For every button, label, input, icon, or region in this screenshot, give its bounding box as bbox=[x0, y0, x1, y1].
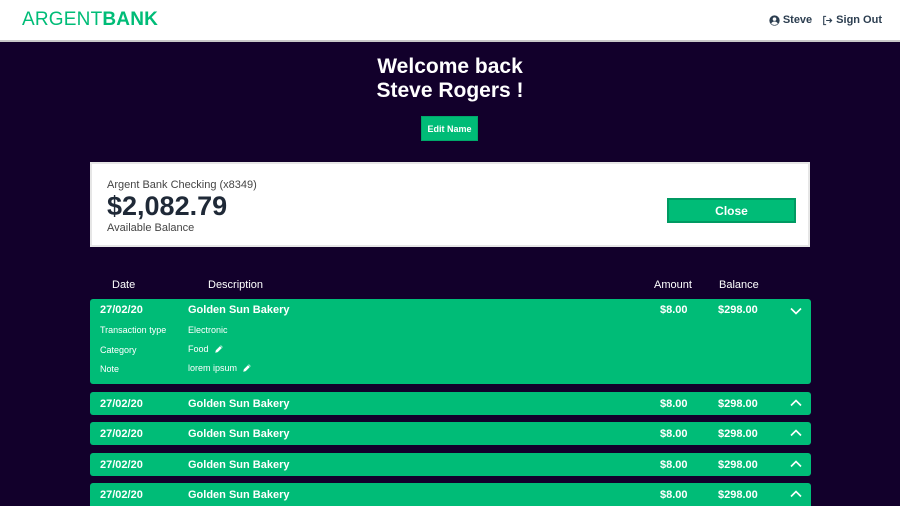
transaction-balance: $298.00 bbox=[718, 304, 758, 316]
transaction-amount: $8.00 bbox=[660, 428, 688, 440]
header-date: Date bbox=[112, 279, 136, 291]
transaction-balance: $298.00 bbox=[718, 398, 758, 410]
transaction-date: 27/02/20 bbox=[100, 398, 143, 410]
account-amount-description: Available Balance bbox=[107, 222, 195, 234]
pencil-icon[interactable] bbox=[214, 344, 224, 354]
header-balance: Balance bbox=[719, 279, 759, 291]
top-navbar: ARGENT BANK Steve Sign Out bbox=[0, 0, 900, 42]
transaction-description: Golden Sun Bakery bbox=[188, 459, 290, 471]
transaction-amount: $8.00 bbox=[660, 459, 688, 471]
transaction-balance: $298.00 bbox=[718, 459, 758, 471]
transactions-header: Date Description Amount Balance bbox=[0, 279, 900, 291]
chevron-up-icon[interactable] bbox=[790, 429, 802, 437]
detail-category-value: Food bbox=[188, 344, 224, 354]
user-nav: Steve Sign Out bbox=[769, 14, 882, 26]
transaction-description: Golden Sun Bakery bbox=[188, 398, 290, 410]
argent-bank-logo[interactable]: ARGENT BANK bbox=[22, 9, 158, 31]
account-amount: $2,082.79 bbox=[107, 191, 228, 221]
transaction-row[interactable]: 27/02/20 Golden Sun Bakery $8.00 $298.00 bbox=[90, 483, 811, 506]
detail-category-label: Category bbox=[100, 345, 137, 355]
transaction-amount: $8.00 bbox=[660, 398, 688, 410]
logo-part-bank: BANK bbox=[102, 9, 159, 30]
detail-type-text: Electronic bbox=[188, 325, 228, 335]
sign-out-label: Sign Out bbox=[836, 14, 882, 26]
transaction-date: 27/02/20 bbox=[100, 304, 143, 316]
transaction-description: Golden Sun Bakery bbox=[188, 304, 290, 316]
transaction-row[interactable]: 27/02/20 Golden Sun Bakery $8.00 $298.00… bbox=[90, 299, 811, 384]
transaction-row[interactable]: 27/02/20 Golden Sun Bakery $8.00 $298.00 bbox=[90, 422, 811, 445]
chevron-up-icon[interactable] bbox=[790, 490, 802, 498]
detail-note-value: lorem ipsum bbox=[188, 363, 252, 373]
detail-note-text: lorem ipsum bbox=[188, 363, 238, 373]
welcome-user-name: Steve Rogers ! bbox=[376, 79, 524, 102]
transaction-description: Golden Sun Bakery bbox=[188, 428, 290, 440]
detail-type-value: Electronic bbox=[188, 325, 228, 335]
pencil-icon[interactable] bbox=[242, 363, 252, 373]
user-circle-icon bbox=[769, 14, 780, 26]
header-description: Description bbox=[208, 279, 264, 291]
welcome-heading: Welcome back Steve Rogers ! bbox=[0, 55, 900, 103]
transaction-date: 27/02/20 bbox=[100, 489, 143, 501]
transaction-row[interactable]: 27/02/20 Golden Sun Bakery $8.00 $298.00 bbox=[90, 392, 811, 415]
detail-type-label: Transaction type bbox=[100, 325, 167, 335]
transaction-date: 27/02/20 bbox=[100, 459, 143, 471]
edit-name-button[interactable]: Edit Name bbox=[421, 116, 478, 141]
header-amount: Amount bbox=[654, 279, 692, 291]
chevron-up-icon[interactable] bbox=[790, 460, 802, 468]
transaction-date: 27/02/20 bbox=[100, 428, 143, 440]
close-account-button[interactable]: Close bbox=[667, 198, 796, 223]
profile-link[interactable]: Steve bbox=[769, 14, 812, 26]
detail-note-label: Note bbox=[100, 364, 120, 374]
sign-out-link[interactable]: Sign Out bbox=[822, 14, 882, 26]
chevron-down-icon[interactable] bbox=[790, 307, 802, 315]
sign-out-icon bbox=[823, 15, 833, 25]
account-card: Argent Bank Checking (x8349) $2,082.79 A… bbox=[90, 162, 810, 247]
transaction-balance: $298.00 bbox=[718, 489, 758, 501]
transaction-amount: $8.00 bbox=[660, 304, 688, 316]
account-title: Argent Bank Checking (x8349) bbox=[107, 179, 257, 191]
welcome-line-1: Welcome back bbox=[377, 55, 523, 78]
transaction-balance: $298.00 bbox=[718, 428, 758, 440]
transaction-amount: $8.00 bbox=[660, 489, 688, 501]
logo-part-argent: ARGENT bbox=[22, 9, 103, 30]
chevron-up-icon[interactable] bbox=[790, 399, 802, 407]
profile-name: Steve bbox=[782, 14, 813, 26]
transaction-description: Golden Sun Bakery bbox=[188, 489, 290, 501]
transaction-row[interactable]: 27/02/20 Golden Sun Bakery $8.00 $298.00 bbox=[90, 453, 811, 476]
detail-category-text: Food bbox=[188, 344, 209, 354]
